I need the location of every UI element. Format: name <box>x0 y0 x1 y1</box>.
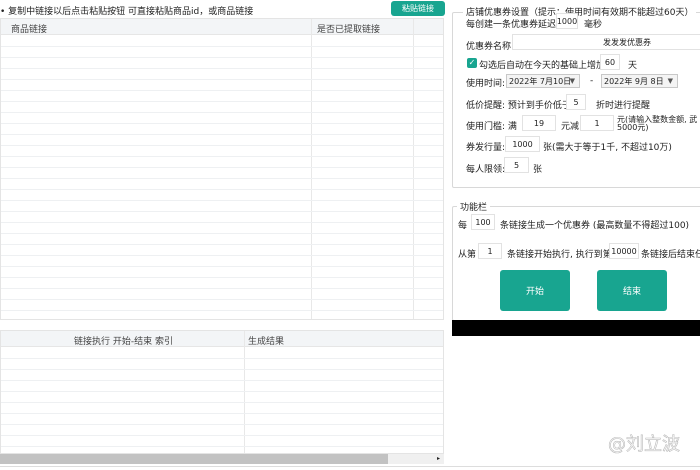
table-row <box>1 200 443 201</box>
use-time-label: 使用时间: <box>466 79 506 89</box>
column-header-link[interactable]: 商品链接 <box>11 22 47 35</box>
table-row <box>1 266 443 267</box>
start-date-value: 2022年 7月10日 <box>509 76 572 86</box>
delay-label: 每创建一条优惠券延迟: <box>466 20 560 30</box>
table-row <box>1 167 443 168</box>
table-row <box>1 112 443 113</box>
per-label: 每 <box>458 221 468 231</box>
low-price-label: 低价提醒: 预计到手价低于 <box>466 101 571 111</box>
table-row <box>1 68 443 69</box>
table-row <box>1 277 443 278</box>
auto-add-unit: 天 <box>628 61 638 71</box>
table-row <box>1 189 443 190</box>
coupon-name-label: 优惠券名称: <box>466 42 515 52</box>
coupon-name-value: 发发发优惠券 <box>603 37 651 47</box>
delay-input[interactable]: 1000 <box>556 13 578 29</box>
result-table[interactable]: 链接执行 开始-结束 索引 生成结果 <box>0 330 444 454</box>
table-row <box>1 156 443 157</box>
table-row <box>1 413 443 414</box>
end-date-value: 2022年 9月 8日 <box>604 76 664 86</box>
paste-link-button[interactable]: 粘贴链接 <box>391 1 445 16</box>
horizontal-scrollbar[interactable]: ▸ <box>0 454 444 464</box>
limit-unit: 张 <box>533 165 543 175</box>
end-date-picker[interactable]: 2022年 9月 8日 ▼ <box>601 74 678 88</box>
from-input[interactable]: 1 <box>478 243 502 259</box>
column-header-extracted[interactable]: 是否已提取链接 <box>317 22 380 35</box>
link-table-header: 商品链接 是否已提取链接 <box>1 19 443 35</box>
column-header-result[interactable]: 生成结果 <box>248 334 284 347</box>
table-row <box>1 244 443 245</box>
table-row <box>1 123 443 124</box>
quantity-input[interactable]: 1000 <box>505 136 540 152</box>
chevron-down-icon[interactable]: ▼ <box>668 77 673 85</box>
function-bar-title: 功能栏 <box>457 200 491 213</box>
scroll-right-arrow-icon[interactable]: ▸ <box>437 454 440 464</box>
bottom-border <box>0 466 700 467</box>
threshold-label: 使用门槛: 满 <box>466 122 517 132</box>
table-row <box>1 299 443 300</box>
table-row <box>1 211 443 212</box>
table-row <box>1 57 443 58</box>
table-row <box>1 402 443 403</box>
date-separator: - <box>590 76 594 86</box>
result-table-header: 链接执行 开始-结束 索引 生成结果 <box>1 331 443 347</box>
minus-input[interactable]: 1 <box>580 115 614 131</box>
table-row <box>1 446 443 447</box>
auto-add-label: 勾选后自动在今天的基础上增加 <box>479 61 606 71</box>
minus-note-2: 5000元) <box>617 123 649 132</box>
chevron-down-icon[interactable]: ▼ <box>570 77 575 85</box>
table-row <box>1 310 443 311</box>
to-input[interactable]: 10000 <box>609 243 639 259</box>
column-header-exec[interactable]: 链接执行 开始-结束 索引 <box>74 334 173 347</box>
watermark: @刘立波 <box>608 434 681 456</box>
table-row <box>1 178 443 179</box>
auto-add-days-input[interactable]: 60 <box>600 54 620 70</box>
table-row <box>1 391 443 392</box>
end-button[interactable]: 结束 <box>597 270 667 311</box>
table-row <box>1 46 443 47</box>
log-bar <box>452 320 700 336</box>
table-row <box>1 369 443 370</box>
table-row <box>1 233 443 234</box>
scrollbar-thumb[interactable] <box>0 454 388 464</box>
minus-label: 元减 <box>561 122 580 132</box>
table-row <box>1 380 443 381</box>
low-price-input[interactable]: 5 <box>566 94 586 110</box>
from-note: 条链接开始执行, 执行到第 <box>507 250 612 260</box>
from-label: 从第 <box>458 250 477 260</box>
table-row <box>1 145 443 146</box>
table-row <box>1 90 443 91</box>
per-note: 条链接生成一个优惠券 (最高数量不得超过100) <box>500 221 690 231</box>
table-row <box>1 79 443 80</box>
to-note: 条链接后结束任务 <box>641 250 700 260</box>
start-button[interactable]: 开始 <box>500 270 570 311</box>
paste-hint: • 复制中链接以后点击粘贴按钮 可直接粘贴商品id，或商品链接 <box>0 7 254 17</box>
table-row <box>1 435 443 436</box>
start-date-picker[interactable]: 2022年 7月10日 ▼ <box>506 74 580 88</box>
limit-label: 每人限领: <box>466 165 506 175</box>
table-row <box>1 358 443 359</box>
table-row <box>1 255 443 256</box>
per-count-input[interactable]: 100 <box>471 214 495 230</box>
table-row <box>1 222 443 223</box>
delay-unit: 毫秒 <box>584 20 603 30</box>
coupon-name-input[interactable]: 发发发优惠券 <box>512 34 700 50</box>
threshold-input[interactable]: 19 <box>522 115 556 131</box>
table-row <box>1 101 443 102</box>
link-table[interactable]: 商品链接 是否已提取链接 <box>0 18 444 320</box>
table-row <box>1 134 443 135</box>
table-row <box>1 424 443 425</box>
quantity-note: 张(需大于等于1千, 不超过10万) <box>543 143 672 153</box>
auto-add-checkbox[interactable]: ✓ <box>467 58 477 68</box>
low-price-unit: 折时进行提醒 <box>596 101 651 111</box>
quantity-label: 券发行量: <box>466 143 506 153</box>
table-row <box>1 288 443 289</box>
limit-input[interactable]: 5 <box>504 157 529 173</box>
